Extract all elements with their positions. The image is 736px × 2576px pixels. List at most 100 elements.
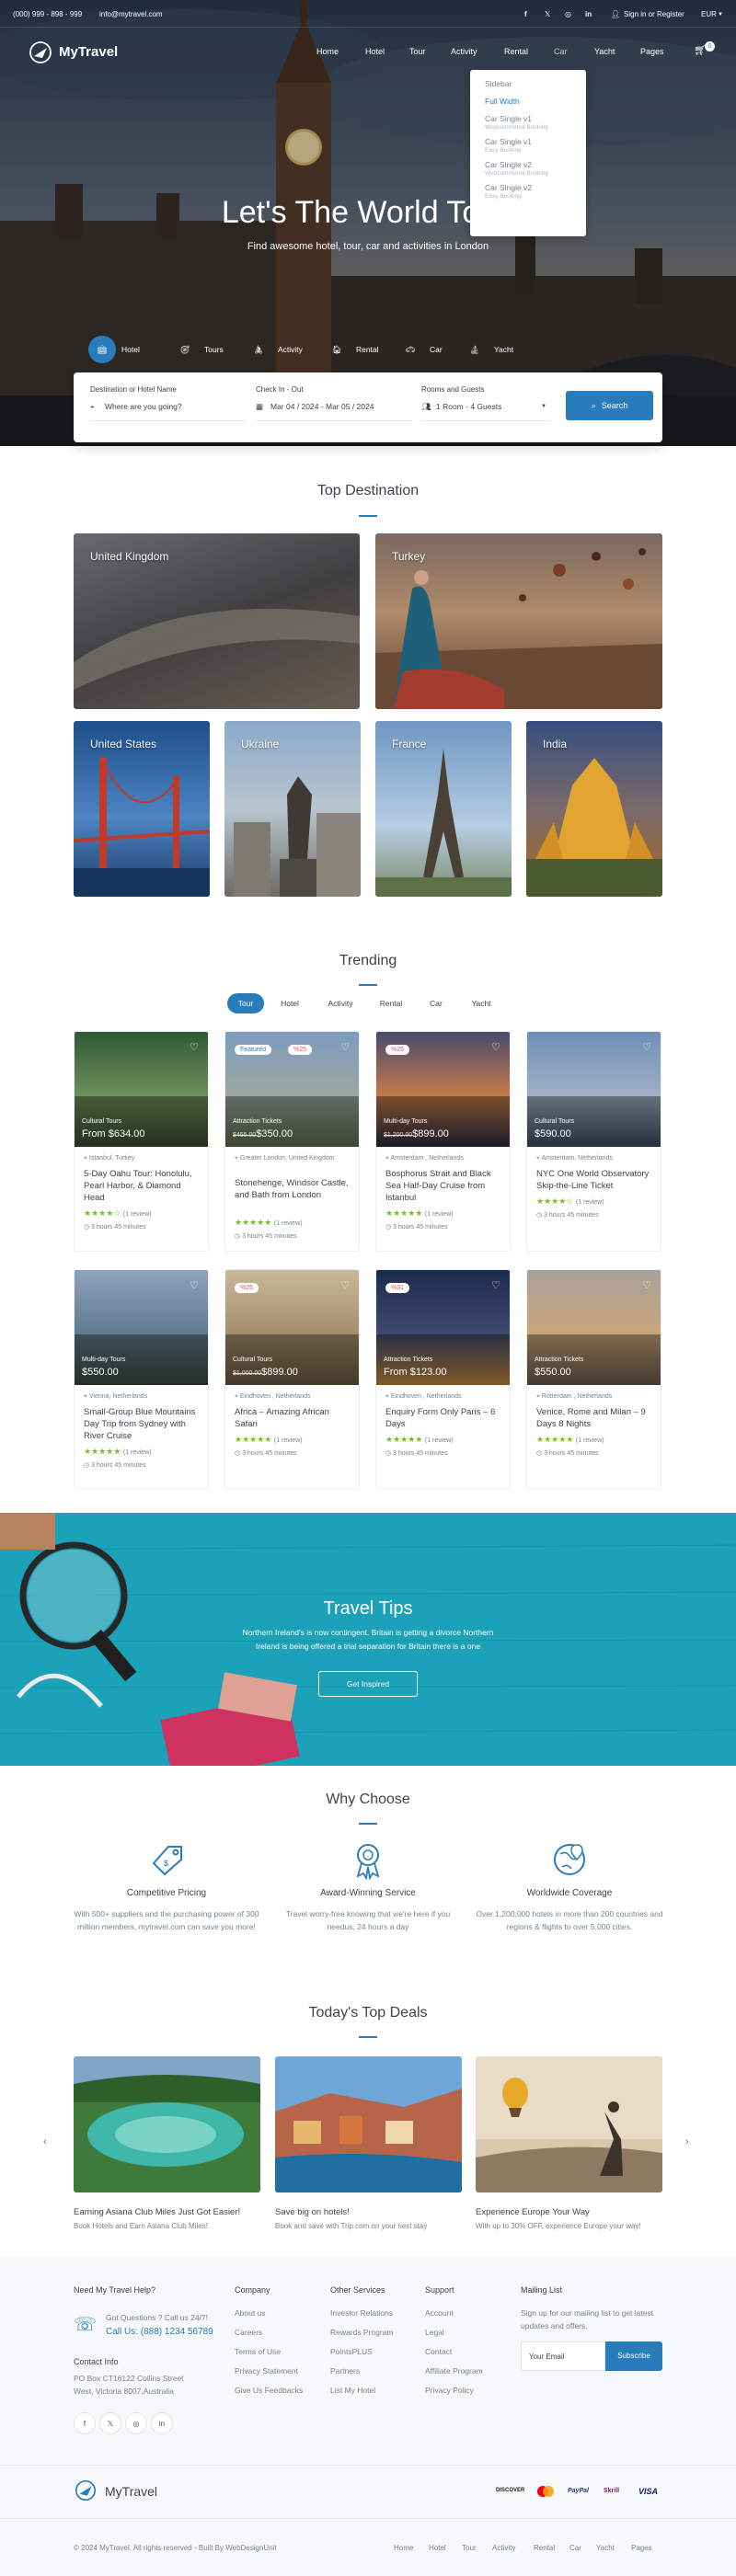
rooms-input[interactable]: 1 Room - 4 Guests — [436, 402, 501, 411]
footer-link[interactable]: Investor Relations — [330, 2304, 394, 2323]
dropdown-item[interactable]: Car Single v2 Woocommerce Booking — [470, 160, 586, 177]
footer-bottom-link[interactable]: Rental — [534, 2544, 555, 2552]
heart-icon[interactable]: ♡ — [642, 1279, 651, 1291]
search-tab-tours[interactable]: 🧭︎ Tours — [171, 331, 224, 368]
logo-icon[interactable] — [74, 2479, 98, 2502]
search-tab-car[interactable]: 🚗︎ Car — [397, 331, 443, 368]
search-tab-activity[interactable]: 🚴︎ Activity — [245, 331, 303, 368]
footer-link[interactable]: Partners — [330, 2362, 394, 2381]
footer-link[interactable]: Rewards Program — [330, 2323, 394, 2342]
twitter-icon[interactable]: 𝕏 — [545, 10, 550, 18]
deal-card[interactable]: Earning Asiana Club Miles Just Got Easie… — [74, 2056, 260, 2230]
email-input[interactable]: Your Email — [521, 2341, 605, 2371]
tour-card[interactable]: ♡ Attraction Tickets $455.00$350.00 ⌖ Grea… — [224, 1031, 360, 1252]
search-tab-rental[interactable]: 🏠︎ Rental — [323, 331, 379, 368]
footer-link[interactable]: Legal — [425, 2323, 483, 2342]
tour-card[interactable]: ♡ Cultural Tours From $634.00 ⌖ Istanbul, T… — [74, 1031, 209, 1252]
destination-card-ukraine[interactable]: Ukraine — [224, 721, 361, 897]
footer-phone[interactable]: Call Us: (888) 1234 56789 — [106, 2327, 213, 2337]
tab-rental[interactable]: Rental — [373, 993, 409, 1013]
linkedin-icon[interactable]: in — [585, 10, 592, 18]
tour-title[interactable]: Small-Group Blue Mountains Day Trip from… — [84, 1406, 203, 1442]
tab-activity[interactable]: Activity — [320, 993, 361, 1013]
carousel-prev-icon[interactable]: ‹ — [43, 2136, 47, 2147]
tour-card[interactable]: ♡ Cultural Tours $1,000.00$899.00 ⌖ Eindho… — [224, 1269, 360, 1490]
tour-title[interactable]: Enquiry Form Only Paris – 6 Days — [385, 1406, 505, 1430]
heart-icon[interactable]: ♡ — [190, 1041, 199, 1053]
footer-link[interactable]: Contact — [425, 2342, 483, 2362]
footer-link[interactable]: Careers — [235, 2323, 303, 2342]
destination-card-united-states[interactable]: United States — [74, 721, 210, 897]
user-icon[interactable]: 👤︎ — [611, 10, 620, 18]
search-button[interactable]: ⌕ Search — [566, 391, 653, 420]
nav-hotel[interactable]: Hotel — [365, 47, 385, 56]
rooms-field[interactable]: Rooms and Guests 👥︎ 1 Room - 4 Guests ▼ — [421, 385, 550, 421]
facebook-icon[interactable]: f — [524, 10, 527, 18]
tour-card[interactable]: ♡ Attraction Tickets From $123.00 ⌖ Eindhov… — [375, 1269, 511, 1490]
footer-link[interactable]: Affiliate Program — [425, 2362, 483, 2381]
nav-tour[interactable]: Tour — [409, 47, 426, 56]
nav-activity[interactable]: Activity — [451, 47, 477, 56]
footer-logo-text[interactable]: MyTravel — [105, 2484, 157, 2499]
footer-link[interactable]: Give Us Feedbacks — [235, 2381, 303, 2400]
tab-hotel[interactable]: Hotel — [271, 993, 308, 1013]
tab-tour[interactable]: Tour — [227, 993, 264, 1013]
nav-rental[interactable]: Rental — [504, 47, 528, 56]
tab-yacht[interactable]: Yacht — [463, 993, 500, 1013]
deal-card[interactable]: Save big on hotels! Book and save with T… — [275, 2056, 462, 2230]
nav-pages[interactable]: Pages — [640, 47, 664, 56]
nav-yacht[interactable]: Yacht — [594, 47, 615, 56]
tour-card[interactable]: ♡ Multi-day Tours $1,200.00$899.00 ⌖ Amste… — [375, 1031, 511, 1252]
heart-icon[interactable]: ♡ — [491, 1041, 500, 1053]
tour-title[interactable]: Bosphorus Strait and Black Sea Half-Day … — [385, 1168, 505, 1204]
heart-icon[interactable]: ♡ — [190, 1279, 199, 1291]
destination-card-france[interactable]: France — [375, 721, 512, 897]
destination-card-turkey[interactable]: Turkey — [375, 533, 662, 709]
dropdown-item[interactable]: Sidebar — [470, 79, 586, 88]
footer-link[interactable]: Privacy Statement — [235, 2362, 303, 2381]
tour-title[interactable]: Africa – Amazing African Safari — [235, 1406, 354, 1430]
heart-icon[interactable]: ♡ — [491, 1279, 500, 1291]
footer-link[interactable]: Privacy Policy — [425, 2381, 483, 2400]
tab-car[interactable]: Car — [421, 993, 451, 1013]
tour-title[interactable]: NYC One World Observatory Skip-the-Line … — [536, 1168, 656, 1192]
destination-input[interactable]: Where are you going? — [105, 402, 182, 411]
currency-select[interactable]: EUR — [701, 10, 717, 18]
footer-link[interactable]: About us — [235, 2304, 303, 2323]
phone-number[interactable]: (000) 999 - 898 - 999 — [13, 10, 82, 18]
footer-bottom-link[interactable]: Tour — [462, 2544, 477, 2552]
logo-icon[interactable] — [28, 40, 53, 65]
dropdown-item[interactable]: Car Single v1 Woocommerce Booking — [470, 114, 586, 131]
tour-card[interactable]: ♡ Attraction Tickets $550.00 ⌖ Rotterdam ,… — [526, 1269, 661, 1490]
search-tab-hotel[interactable]: 🏨︎ Hotel — [88, 331, 140, 368]
nav-home[interactable]: Home — [316, 47, 339, 56]
tour-title[interactable]: Venice, Rome and Milan – 9 Days 8 Nights — [536, 1406, 656, 1430]
dropdown-item[interactable]: Car Single v1 Easy Booking — [470, 137, 586, 154]
facebook-icon[interactable]: f — [74, 2412, 96, 2434]
footer-bottom-link[interactable]: Car — [569, 2544, 581, 2552]
twitter-icon[interactable]: 𝕏 — [99, 2412, 121, 2434]
carousel-next-icon[interactable]: › — [685, 2136, 689, 2147]
linkedin-icon[interactable]: in — [151, 2412, 173, 2434]
footer-bottom-link[interactable]: Activity — [492, 2544, 515, 2552]
footer-link[interactable]: PointsPLUS — [330, 2342, 394, 2362]
tour-card[interactable]: ♡ Cultural Tours $590.00 ⌖ Amsterdam, Neth… — [526, 1031, 661, 1252]
footer-bottom-link[interactable]: Pages — [631, 2544, 652, 2552]
footer-bottom-link[interactable]: Home — [394, 2544, 413, 2552]
footer-bottom-link[interactable]: Yacht — [596, 2544, 615, 2552]
destination-field[interactable]: Destination or Hotel Name ⌖ Where are yo… — [90, 385, 247, 421]
logo-text[interactable]: MyTravel — [59, 44, 118, 60]
heart-icon[interactable]: ♡ — [340, 1279, 350, 1291]
footer-bottom-link[interactable]: Hotel — [429, 2544, 446, 2552]
footer-link[interactable]: Terms of Use — [235, 2342, 303, 2362]
deal-card[interactable]: Experience Europe Your Way With up to 30… — [476, 2056, 662, 2230]
destination-card-india[interactable]: India — [526, 721, 662, 897]
instagram-icon[interactable]: ◎ — [565, 10, 571, 18]
signin-link[interactable]: Sign in or Register — [624, 10, 684, 18]
nav-car[interactable]: Car — [554, 47, 568, 56]
destination-card-united-kingdom[interactable]: United Kingdom — [74, 533, 360, 709]
tour-card[interactable]: ♡ Multi-day Tours $550.00 ⌖ Vienna, Nether… — [74, 1269, 209, 1490]
tour-title[interactable]: Stonehenge, Windsor Castle, and Bath fro… — [235, 1177, 354, 1201]
footer-link[interactable]: List My Hotel — [330, 2381, 394, 2400]
search-tab-yacht[interactable]: ⛵︎ Yacht — [461, 331, 514, 368]
